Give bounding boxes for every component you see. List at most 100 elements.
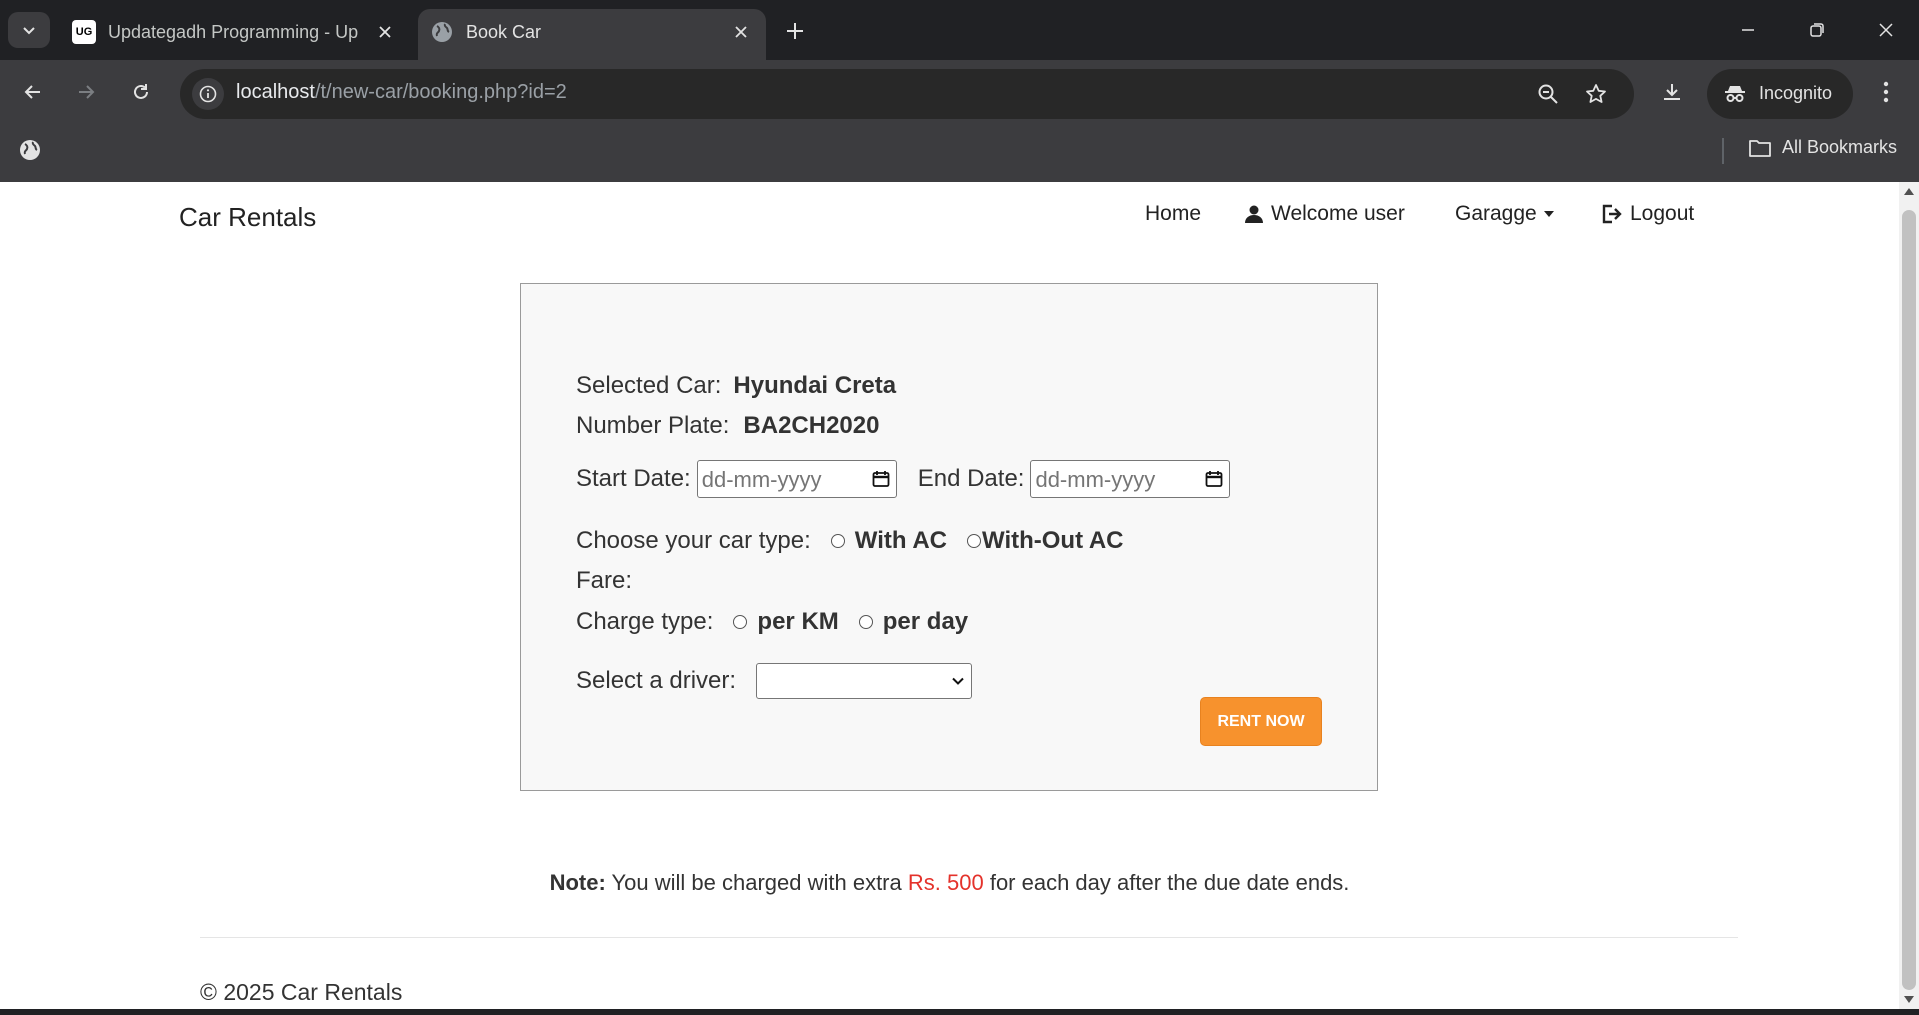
footer-copyright: © 2025 Car Rentals xyxy=(200,979,403,1005)
restore-icon xyxy=(1810,23,1824,37)
car-type-row: Choose your car type: With AC With-Out A… xyxy=(576,527,1124,555)
arrow-right-icon xyxy=(79,85,95,99)
tab-title: Updategadh Programming - Up xyxy=(108,22,358,42)
browser-menu-button[interactable] xyxy=(1868,74,1904,110)
caret-down-icon xyxy=(1543,211,1554,217)
plus-icon xyxy=(787,23,803,39)
brand-logo[interactable]: Car Rentals xyxy=(179,202,316,233)
incognito-label: Incognito xyxy=(1759,83,1833,103)
scroll-thumb[interactable] xyxy=(1902,210,1916,990)
info-icon xyxy=(199,85,217,103)
reload-button[interactable] xyxy=(123,74,159,110)
zoom-out-icon xyxy=(1538,84,1558,104)
browser-tabstrip: UG Updategadh Programming - Up Book Car xyxy=(0,0,1919,60)
all-bookmarks-label: All Bookmarks xyxy=(1782,137,1898,157)
calendar-icon[interactable] xyxy=(872,470,890,488)
nav-logout-label: Logout xyxy=(1630,202,1695,225)
per-day-label: per day xyxy=(882,608,969,635)
selected-car-value: Hyundai Creta xyxy=(733,372,897,399)
nav-home-label: Home xyxy=(1145,202,1202,225)
tab-updategadh[interactable]: UG Updategadh Programming - Up xyxy=(60,9,410,60)
start-date-input[interactable]: dd-mm-yyyy xyxy=(696,460,897,498)
nav-welcome-label: Welcome user xyxy=(1271,202,1405,225)
window-bottom-edge xyxy=(0,1009,1919,1015)
forward-button[interactable] xyxy=(68,74,104,110)
without-ac-label: With-Out AC xyxy=(982,527,1124,554)
browser-toolbar: localhost/t/new-car/booking.php?id=2 Inc… xyxy=(0,60,1919,122)
restore-button[interactable] xyxy=(1789,8,1845,52)
fare-label: Fare: xyxy=(576,567,633,594)
address-bar[interactable]: localhost/t/new-car/booking.php?id=2 xyxy=(180,69,1634,119)
star-icon xyxy=(1586,84,1606,103)
footer-divider xyxy=(200,937,1738,938)
without-ac-radio[interactable] xyxy=(967,534,981,548)
nav-garage-label: Garagge xyxy=(1455,202,1537,225)
close-icon xyxy=(735,26,747,38)
downloads-button[interactable] xyxy=(1654,74,1690,110)
zoom-button[interactable] xyxy=(1534,80,1562,108)
start-date-label: Start Date: xyxy=(576,465,691,492)
with-ac-radio[interactable] xyxy=(830,534,845,548)
number-plate-row: Number Plate: BA2CH2020 xyxy=(576,412,879,440)
fare-row: Fare: xyxy=(576,567,632,595)
tab-book-car[interactable]: Book Car xyxy=(418,9,766,60)
note-label: Note: xyxy=(549,870,606,895)
minimize-icon xyxy=(1742,29,1754,31)
bookmarks-divider xyxy=(1722,138,1724,164)
note-text-after: for each day after the due date ends. xyxy=(989,870,1350,895)
all-bookmarks-button[interactable]: All Bookmarks xyxy=(1748,137,1897,158)
rent-now-button[interactable]: RENT NOW xyxy=(1200,697,1322,746)
page-viewport: Car Rentals Home Welcome user Garagge Lo… xyxy=(0,182,1899,1009)
scroll-down-arrow-icon[interactable] xyxy=(1904,996,1914,1003)
start-date-placeholder: dd-mm-yyyy xyxy=(701,467,822,492)
scroll-up-arrow-icon[interactable] xyxy=(1904,188,1914,195)
late-fee-note: Note: You will be charged with extra Rs.… xyxy=(0,870,1899,896)
incognito-indicator[interactable]: Incognito xyxy=(1707,69,1853,119)
incognito-icon xyxy=(1725,86,1745,102)
tab-search-button[interactable] xyxy=(8,12,50,48)
driver-select[interactable] xyxy=(756,663,973,699)
tab-close-button[interactable] xyxy=(374,21,396,43)
window-close-button[interactable] xyxy=(1858,8,1914,52)
folder-icon xyxy=(1749,139,1771,157)
user-icon xyxy=(1245,205,1263,223)
page-scrollbar[interactable] xyxy=(1899,182,1919,1009)
arrow-left-icon xyxy=(24,85,40,99)
globe-icon[interactable] xyxy=(18,138,42,162)
per-km-radio[interactable] xyxy=(733,615,748,629)
note-text-before: You will be charged with extra xyxy=(611,870,902,895)
nav-welcome-user[interactable]: Welcome user xyxy=(1244,202,1405,226)
close-icon xyxy=(1879,23,1893,37)
with-ac-label: With AC xyxy=(854,527,947,554)
per-day-radio[interactable] xyxy=(858,615,873,629)
chevron-down-icon xyxy=(23,27,35,35)
calendar-icon[interactable] xyxy=(1205,470,1223,488)
charge-type-row: Charge type: per KM per day xyxy=(576,608,968,636)
note-amount: Rs. 500 xyxy=(907,870,984,895)
booking-form: Selected Car: Hyundai Creta Number Plate… xyxy=(520,283,1378,791)
minimize-button[interactable] xyxy=(1720,8,1776,52)
car-type-label: Choose your car type: xyxy=(576,527,811,554)
nav-garage-dropdown[interactable]: Garagge xyxy=(1455,202,1554,226)
bookmarks-bar: All Bookmarks xyxy=(0,122,1919,182)
site-info-button[interactable] xyxy=(192,78,224,110)
back-button[interactable] xyxy=(15,74,51,110)
updategadh-favicon-icon: UG xyxy=(72,20,96,44)
tab-close-button[interactable] xyxy=(730,21,752,43)
globe-icon xyxy=(430,20,454,44)
driver-label: Select a driver: xyxy=(576,667,737,694)
reload-icon xyxy=(134,84,148,99)
number-plate-value: BA2CH2020 xyxy=(743,412,880,439)
bookmark-star-button[interactable] xyxy=(1582,80,1610,108)
dates-row: Start Date: dd-mm-yyyy End Date: dd-mm-y… xyxy=(576,460,1231,498)
close-icon xyxy=(379,26,391,38)
per-km-label: per KM xyxy=(757,608,839,635)
tab-title: Book Car xyxy=(466,22,542,42)
download-icon xyxy=(1664,84,1680,100)
nav-logout[interactable]: Logout xyxy=(1601,202,1694,226)
nav-home[interactable]: Home xyxy=(1145,202,1201,226)
number-plate-label: Number Plate: xyxy=(576,412,730,439)
new-tab-button[interactable] xyxy=(778,14,812,48)
end-date-input[interactable]: dd-mm-yyyy xyxy=(1030,460,1231,498)
end-date-placeholder: dd-mm-yyyy xyxy=(1035,467,1156,492)
